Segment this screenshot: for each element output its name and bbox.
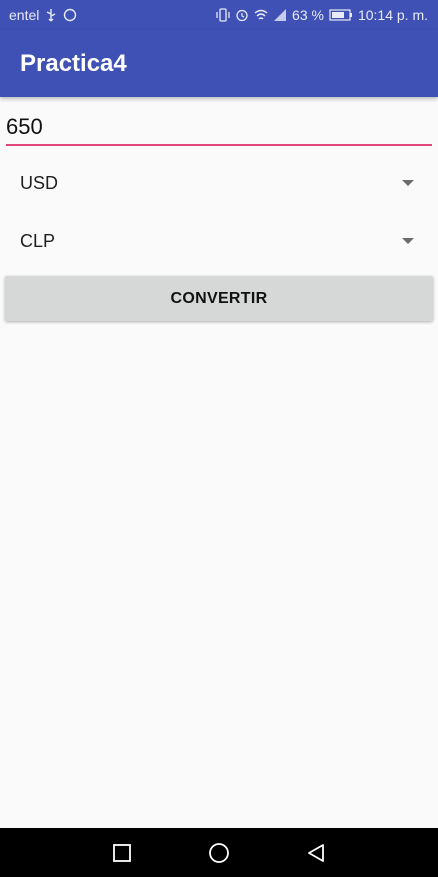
convert-button[interactable]: CONVERTIR	[5, 276, 433, 321]
dropdown-arrow-icon	[402, 180, 414, 186]
status-left: entel	[9, 7, 77, 23]
signal-icon	[274, 9, 287, 21]
wifi-icon	[254, 9, 268, 20]
from-currency-spinner[interactable]: USD	[20, 163, 416, 203]
from-currency-label: USD	[20, 173, 59, 193]
app-title: Practica4	[20, 50, 127, 77]
vibrate-icon	[216, 8, 230, 22]
carrier-label: entel	[9, 7, 40, 23]
alarm-icon	[236, 9, 248, 22]
battery-icon	[329, 9, 352, 21]
clock: 10:14 p. m.	[357, 7, 428, 23]
whatsapp-icon	[64, 8, 77, 22]
amount-input[interactable]: 650	[6, 104, 432, 146]
status-right: 63 % 10:14 p. m.	[216, 7, 428, 23]
to-currency-spinner[interactable]: CLP	[20, 221, 416, 261]
battery-percent: 63 %	[292, 7, 324, 23]
dropdown-arrow-icon	[402, 238, 414, 244]
navigation-bar	[0, 828, 438, 877]
status-bar: entel 63 % 10:14 p. m.	[0, 0, 438, 30]
circle-icon[interactable]	[208, 842, 230, 864]
to-currency-label: CLP	[20, 231, 56, 251]
square-icon[interactable]	[111, 842, 133, 864]
usb-icon	[47, 9, 56, 22]
triangle-back-icon[interactable]	[305, 842, 327, 864]
amount-value: 650	[6, 114, 43, 139]
app-bar: Practica4	[0, 30, 438, 97]
